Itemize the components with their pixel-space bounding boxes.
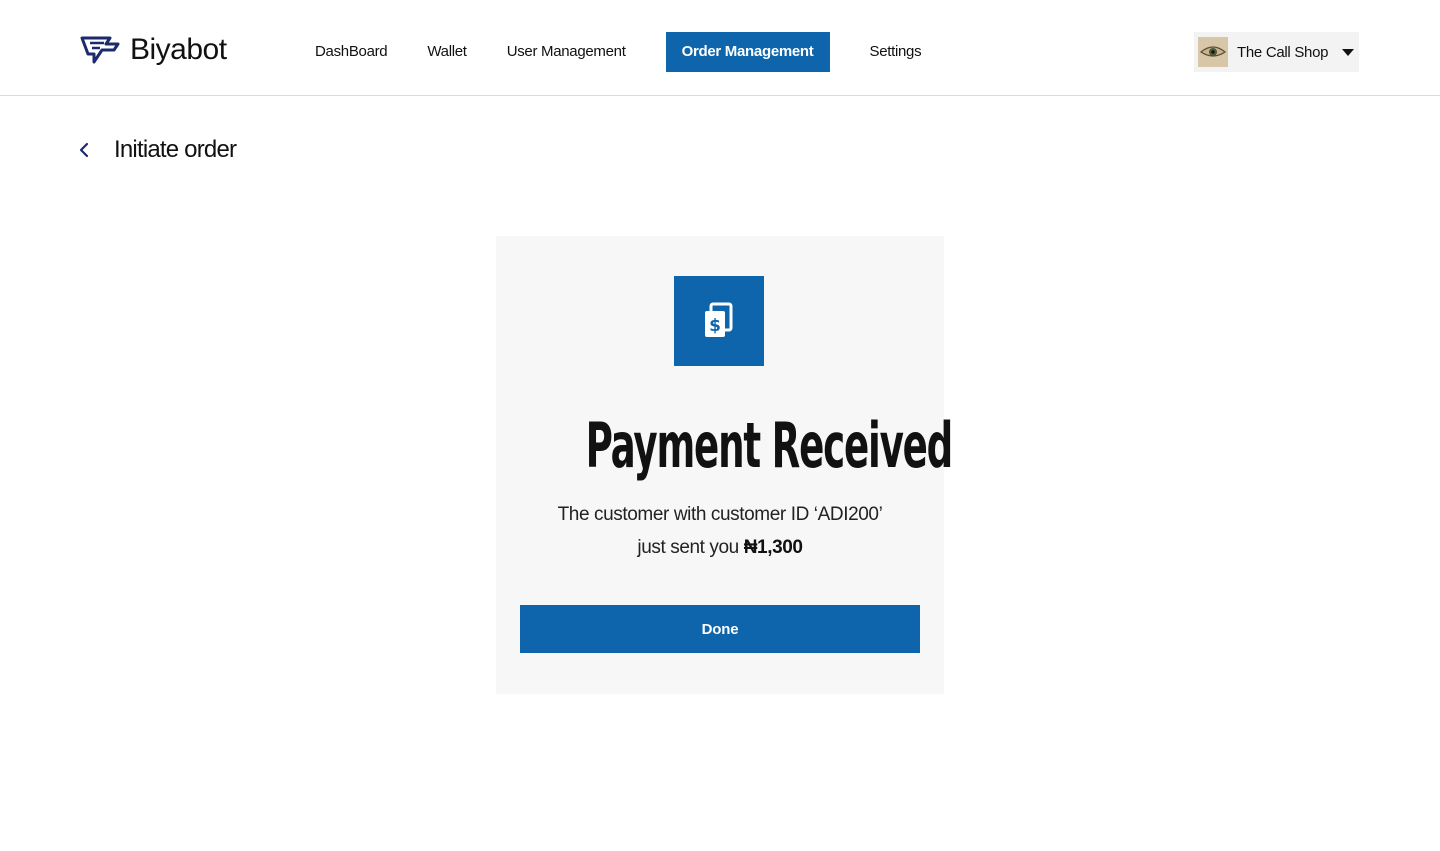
nav-item-user-management[interactable]: User Management [487,32,646,72]
account-name: The Call Shop [1237,43,1329,61]
nav-item-settings[interactable]: Settings [850,32,942,72]
nav-item-wallet[interactable]: Wallet [407,32,486,72]
brand-name: Biyabot [130,33,227,66]
eye-icon [1200,46,1226,57]
payment-received-card: $ Payment Received The customer with cus… [496,236,954,694]
avatar [1198,37,1228,67]
chevron-left-icon [79,142,89,158]
svg-text:$: $ [709,316,721,336]
payment-message-lead: just sent you [637,537,744,558]
top-header: Biyabot DashBoard Wallet User Management… [0,0,1440,96]
nav-item-dashboard[interactable]: DashBoard [295,32,407,72]
caret-down-icon[interactable] [1342,48,1355,56]
brand-logo[interactable]: Biyabot [80,30,227,70]
main-nav: DashBoard Wallet User Management Order M… [295,32,941,72]
payment-message-line2: just sent you ₦1,300 [496,531,944,564]
payment-amount: ₦1,300 [743,537,803,558]
payment-message-line1: The customer with customer ID ‘ADI200’ [557,504,883,525]
payment-receipt-icon: $ [705,302,733,337]
payment-title: Payment Received [585,409,954,482]
done-button[interactable]: Done [520,605,920,653]
page-heading: Initiate order [78,132,237,168]
account-switcher[interactable]: The Call Shop [1194,32,1359,72]
payment-icon-box: $ [674,276,764,366]
nav-item-order-management[interactable]: Order Management [665,32,830,72]
payment-message: The customer with customer ID ‘ADI200’ j… [496,498,944,564]
back-button[interactable] [78,140,92,160]
page-title: Initiate order [114,136,237,163]
biyabot-logo-icon [80,36,120,64]
